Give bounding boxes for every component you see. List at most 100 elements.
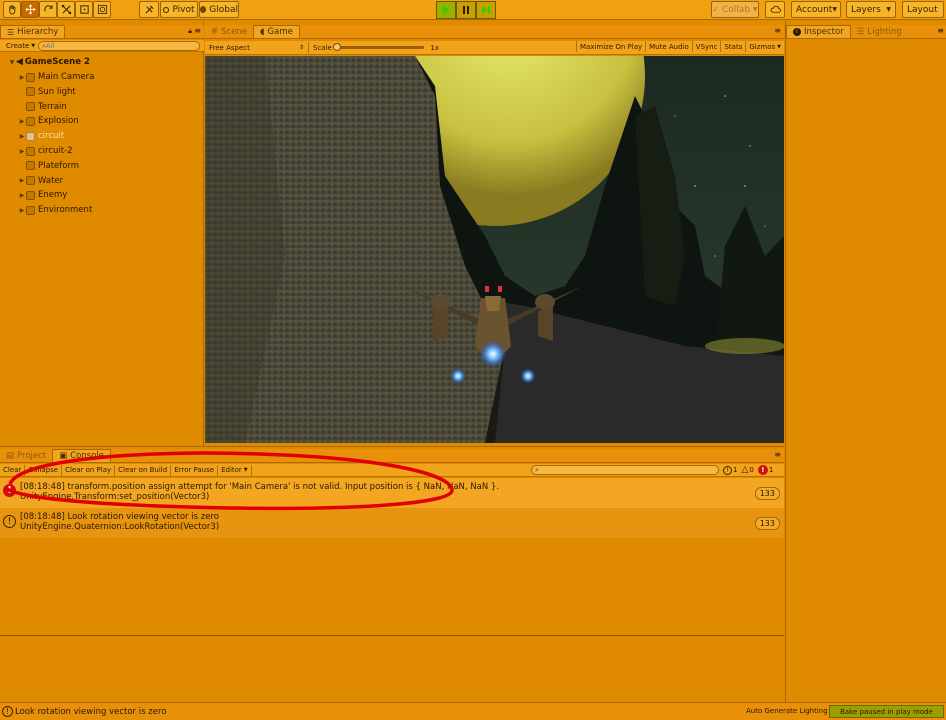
mute-audio-toggle[interactable]: Mute Audio (646, 41, 693, 52)
inspector-panel: i Inspector ☰ Lighting ≡ (785, 21, 946, 702)
hierarchy-search-input[interactable] (45, 41, 186, 51)
error-pause-toggle[interactable]: Error Pause (171, 464, 219, 476)
hierarchy-search[interactable]: ⌕ (38, 41, 200, 51)
grid-icon: # (211, 26, 219, 37)
editor-dropdown[interactable]: Editor ▼ (218, 464, 252, 476)
step-button[interactable] (476, 1, 496, 19)
collapse-label: Collapse (28, 466, 59, 474)
collapse-toggle[interactable]: Collapse (25, 464, 63, 476)
warning-count: 0 (749, 466, 754, 474)
console-splitter[interactable] (0, 635, 784, 636)
collab-button[interactable]: ✓ Collab ▼ (711, 1, 759, 18)
expand-arrow-icon[interactable]: ▶ (18, 207, 26, 214)
scale-slider-thumb[interactable] (332, 43, 341, 51)
tab-lighting[interactable]: ☰ Lighting (851, 25, 908, 38)
account-dropdown[interactable]: Account ▼ (791, 1, 841, 18)
clear-button[interactable]: Clear (0, 464, 26, 476)
tab-project[interactable]: ▤ Project (0, 449, 52, 462)
unity-scene-icon: ◀ (16, 57, 23, 67)
custom-tool-icon[interactable] (139, 1, 159, 18)
panel-menu-icon[interactable]: ≡ (194, 26, 201, 35)
scale-tool-icon[interactable] (57, 1, 75, 18)
global-button[interactable]: Global (199, 1, 239, 18)
hierarchy-item[interactable]: ▶ Water (18, 174, 63, 188)
scene-root[interactable]: ▼ ◀ GameScene 2 (8, 55, 90, 69)
hand-tool-icon[interactable] (3, 1, 21, 18)
gizmos-dropdown[interactable]: Gizmos ▼ (746, 41, 784, 52)
tab-scene[interactable]: # Scene (205, 25, 253, 38)
maximize-on-play-toggle[interactable]: Maximize On Play (575, 41, 647, 52)
hierarchy-item[interactable]: ▶ Environment (18, 203, 93, 217)
info-icon: ! (723, 465, 732, 475)
console-search[interactable]: ⌕ (531, 465, 719, 475)
pivot-button[interactable]: Pivot (160, 1, 198, 18)
hierarchy-item[interactable]: ▶ Explosion (18, 114, 79, 128)
hierarchy-item-label: Environment (38, 205, 93, 216)
pause-button[interactable] (456, 1, 476, 19)
search-icon: ⌕ (535, 465, 539, 474)
hierarchy-item[interactable]: ▶ Enemy (18, 188, 68, 202)
collab-label: Collab (722, 4, 751, 15)
status-message[interactable]: Look rotation viewing vector is zero (15, 707, 166, 717)
chevron-down-icon: ▼ (886, 6, 891, 13)
layout-dropdown[interactable]: Layout (902, 1, 944, 18)
clear-on-build-toggle[interactable]: Clear on Build (115, 464, 172, 476)
check-icon: ✓ (712, 5, 720, 14)
stats-toggle[interactable]: Stats (721, 41, 747, 52)
hierarchy-item[interactable]: Terrain (18, 100, 67, 114)
rect-tool-icon[interactable] (75, 1, 93, 18)
hierarchy-item[interactable]: Plateform (18, 159, 79, 173)
create-dropdown[interactable]: Create ▼ (3, 40, 38, 51)
gameobject-icon (26, 131, 35, 141)
panel-menu-icon[interactable]: ≡ (937, 26, 944, 35)
layers-dropdown[interactable]: Layers ▼ (846, 1, 896, 18)
vsync-toggle[interactable]: VSync (693, 41, 722, 52)
panel-menu-icon[interactable]: ≡ (774, 26, 781, 35)
hierarchy-item[interactable]: ▶ circuit (18, 129, 64, 143)
move-tool-icon[interactable] (21, 1, 39, 18)
inspector-header: i Inspector ☰ Lighting ≡ (786, 25, 946, 39)
lock-icon[interactable]: 🔒︎ (188, 27, 192, 36)
error-filter-toggle[interactable]: ! 1 (757, 465, 773, 475)
expand-arrow-icon[interactable]: ▶ (18, 74, 26, 81)
log-entry-warning[interactable]: ! [08:18:48] Look rotation viewing vecto… (0, 508, 784, 538)
hierarchy-item-label: circuit (38, 131, 65, 142)
expand-arrow-icon[interactable]: ▶ (18, 148, 26, 155)
hierarchy-item[interactable]: ▶ Main Camera (18, 70, 95, 84)
panel-menu-icon[interactable]: ≡ (774, 450, 781, 459)
tab-console[interactable]: ▣ Console (52, 449, 111, 462)
expand-arrow-icon[interactable]: ▶ (18, 133, 26, 140)
hierarchy-item-label: Explosion (38, 116, 79, 127)
info-filter-toggle[interactable]: ! 1 (723, 465, 737, 475)
tab-hierarchy[interactable]: ☰ Hierarchy (0, 25, 66, 38)
chevron-down-icon: ▼ (243, 467, 248, 473)
log-count-badge: 133 (754, 517, 780, 530)
expand-arrow-icon[interactable]: ▶ (18, 177, 26, 184)
game-view[interactable] (205, 56, 784, 443)
game-render (205, 56, 784, 443)
hierarchy-item[interactable]: Sun light (18, 85, 76, 99)
aspect-dropdown[interactable]: Free Aspect ⇕ (205, 42, 309, 53)
log-error-line1: [08:18:48] transform.position assign att… (20, 482, 500, 492)
warning-filter-toggle[interactable]: △ 0 (741, 465, 753, 475)
clear-on-play-toggle[interactable]: Clear on Play (62, 464, 116, 476)
transform-tool-icon[interactable] (93, 1, 111, 18)
cloud-button[interactable] (765, 1, 785, 18)
tab-game[interactable]: ◖ Game (253, 25, 300, 38)
rotate-tool-icon[interactable] (39, 1, 57, 18)
scale-slider[interactable] (332, 43, 425, 51)
log-entry-error[interactable]: ! [08:18:48] transform.position assign a… (0, 478, 784, 508)
hierarchy-toolbar: Create ▼ ⌕ (0, 40, 204, 52)
hierarchy-item[interactable]: ▶ circuit-2 (18, 144, 73, 158)
hierarchy-item-label: Sun light (38, 86, 76, 97)
pacman-icon: ◖ (260, 27, 265, 37)
expand-arrow-icon[interactable]: ▼ (8, 59, 16, 66)
lighting-tab-label: Lighting (867, 26, 902, 37)
console-tabs: ▤ Project ▣ Console ≡ (0, 449, 784, 463)
expand-arrow-icon[interactable]: ▶ (18, 192, 26, 199)
info-icon: i (793, 28, 801, 36)
expand-arrow-icon[interactable]: ▶ (18, 118, 26, 125)
log-error-line2: UnityEngine.Transform:set_position(Vecto… (20, 492, 210, 502)
play-button[interactable] (436, 1, 456, 19)
tab-inspector[interactable]: i Inspector (786, 25, 851, 38)
